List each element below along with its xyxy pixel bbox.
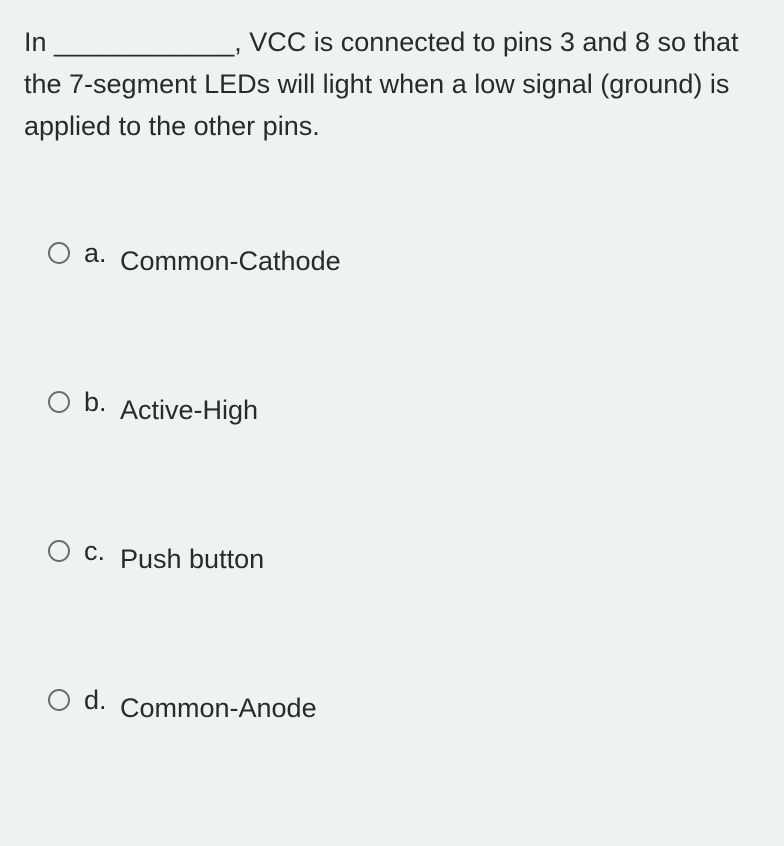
option-letter: c. [84,536,120,567]
question-text: In ____________, VCC is connected to pin… [24,22,760,148]
radio-c[interactable] [48,540,70,562]
option-text: Push button [120,544,264,575]
option-text: Common-Anode [120,693,317,724]
radio-a[interactable] [48,242,70,264]
option-letter: a. [84,238,120,269]
option-a[interactable]: a. Common-Cathode [48,238,760,277]
option-c[interactable]: c. Push button [48,536,760,575]
option-b[interactable]: b. Active-High [48,387,760,426]
option-text: Active-High [120,395,258,426]
options-list: a. Common-Cathode b. Active-High c. Push… [24,238,760,724]
option-d[interactable]: d. Common-Anode [48,685,760,724]
option-text: Common-Cathode [120,246,341,277]
option-letter: b. [84,387,120,418]
radio-b[interactable] [48,391,70,413]
radio-d[interactable] [48,689,70,711]
option-letter: d. [84,685,120,716]
